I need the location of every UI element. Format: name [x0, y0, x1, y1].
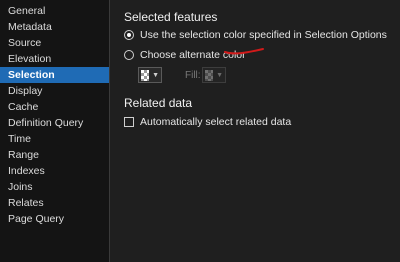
red-underline-annotation [224, 48, 264, 55]
property-sidebar: General Metadata Source Elevation Select… [0, 0, 110, 262]
alternate-color-radio[interactable] [124, 50, 134, 60]
outline-color-picker[interactable]: ▼ [138, 67, 162, 83]
sidebar-item-general[interactable]: General [0, 3, 109, 19]
fill-label: Fill: [185, 70, 201, 81]
chevron-down-icon: ▼ [216, 71, 223, 79]
default-color-label: Use the selection color specified in Sel… [140, 29, 387, 41]
auto-select-related-label: Automatically select related data [140, 116, 292, 128]
auto-select-related-option[interactable]: Automatically select related data [124, 116, 291, 128]
sidebar-item-display[interactable]: Display [0, 83, 109, 99]
sidebar-item-elevation[interactable]: Elevation [0, 51, 109, 67]
sidebar-item-selection[interactable]: Selection [0, 67, 109, 83]
default-color-radio[interactable] [124, 30, 134, 40]
sidebar-item-indexes[interactable]: Indexes [0, 163, 109, 179]
sidebar-item-range[interactable]: Range [0, 147, 109, 163]
sidebar-item-cache[interactable]: Cache [0, 99, 109, 115]
chevron-down-icon: ▼ [152, 71, 159, 79]
default-color-option[interactable]: Use the selection color specified in Sel… [124, 29, 387, 41]
sidebar-item-joins[interactable]: Joins [0, 179, 109, 195]
sidebar-item-page-query[interactable]: Page Query [0, 211, 109, 227]
sidebar-item-relates[interactable]: Relates [0, 195, 109, 211]
sidebar-item-time[interactable]: Time [0, 131, 109, 147]
checker-swatch-icon [205, 69, 214, 81]
auto-select-related-checkbox[interactable] [124, 117, 134, 127]
sidebar-item-source[interactable]: Source [0, 35, 109, 51]
sidebar-item-definition-query[interactable]: Definition Query [0, 115, 109, 131]
related-data-heading: Related data [124, 96, 193, 110]
selection-panel: Selected features Use the selection colo… [110, 0, 400, 262]
selected-features-heading: Selected features [124, 10, 218, 24]
checker-swatch-icon [141, 69, 150, 81]
sidebar-item-metadata[interactable]: Metadata [0, 19, 109, 35]
fill-color-picker[interactable]: ▼ [202, 67, 226, 83]
